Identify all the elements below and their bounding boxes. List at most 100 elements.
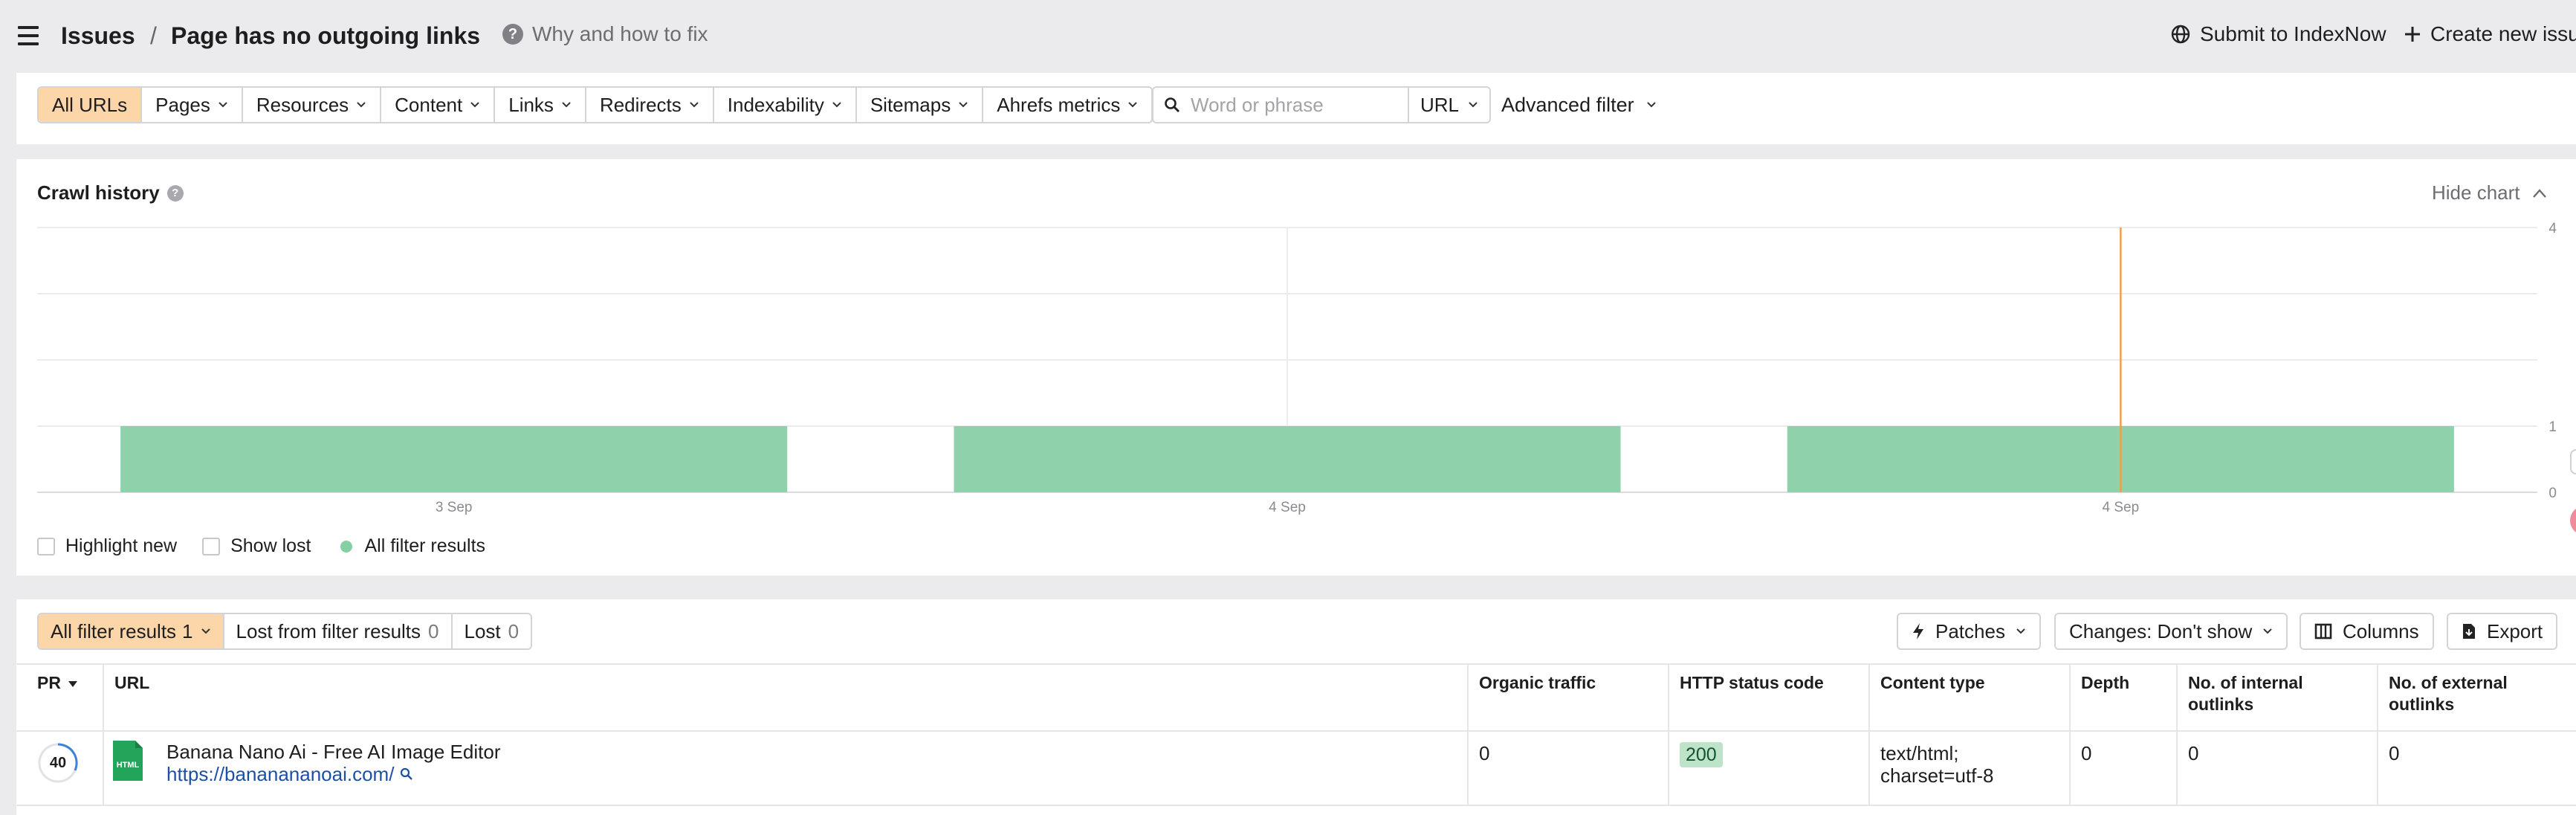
cell-pr: 40 xyxy=(16,732,103,805)
help-link-label: Why and how to fix xyxy=(532,22,708,45)
search-scope-label: URL xyxy=(1420,93,1459,116)
advanced-filter-label: Advanced filter xyxy=(1501,93,1634,116)
tab-count: 1 xyxy=(182,619,193,642)
page-title: Page has no outgoing links xyxy=(171,22,481,49)
page-url-text: https://bananananoai.com/ xyxy=(166,763,395,785)
chevron-down-icon xyxy=(690,102,699,108)
column-header-organic-traffic[interactable]: Organic traffic xyxy=(1467,665,1668,730)
chart-legend: Highlight new Show lost All filter resul… xyxy=(37,535,485,557)
sort-desc-icon xyxy=(68,681,77,687)
cell-content-type: text/html; charset=utf-8 xyxy=(1868,732,2069,805)
column-header-internal-outlinks[interactable]: No. of internal outlinks xyxy=(2176,665,2377,730)
column-header-depth[interactable]: Depth xyxy=(2069,665,2176,730)
breadcrumb-issues[interactable]: Issues xyxy=(61,21,135,51)
chart-bar xyxy=(954,426,1621,492)
tab-count: 0 xyxy=(428,619,439,642)
segment-indexability[interactable]: Indexability xyxy=(713,88,857,122)
x-tick-label: 4 Sep xyxy=(2103,500,2140,515)
segment-links[interactable]: Links xyxy=(495,88,586,122)
column-header-http-status[interactable]: HTTP status code xyxy=(1668,665,1868,730)
export-icon xyxy=(2463,624,2475,639)
segment-resources[interactable]: Resources xyxy=(242,88,382,122)
page-title-text: Banana Nano Ai - Free AI Image Editor xyxy=(166,741,501,763)
y-tick-label: 1 xyxy=(2549,419,2557,435)
results-card: All filter results 1 Lost from filter re… xyxy=(16,599,2576,815)
column-header-external-outlinks[interactable]: No. of external outlinks xyxy=(2377,665,2576,730)
show-lost-label: Show lost xyxy=(230,535,311,556)
menu-icon[interactable] xyxy=(18,26,39,45)
crawl-history-chart: 3 Sep 4 Sep 4 Sep 0 1 4 xyxy=(37,221,2557,515)
tab-all-filter-results[interactable]: All filter results 1 xyxy=(39,614,224,648)
top-header: Issues / Page has no outgoing links ? Wh… xyxy=(0,0,2576,71)
help-link[interactable]: ? Why and how to fix xyxy=(502,22,708,46)
columns-label: Columns xyxy=(2343,619,2419,642)
segment-label: Content xyxy=(395,93,463,116)
show-lost-checkbox[interactable] xyxy=(202,537,221,555)
segment-pages[interactable]: Pages xyxy=(142,88,243,122)
grid-icon[interactable] xyxy=(2570,449,2576,474)
tab-lost-from-filter-results[interactable]: Lost from filter results 0 xyxy=(224,614,453,648)
status-badge: 200 xyxy=(1680,742,1723,767)
column-header-pr[interactable]: PR xyxy=(16,665,103,730)
search-icon xyxy=(1165,97,1179,112)
tab-count: 0 xyxy=(508,619,520,642)
patches-label: Patches xyxy=(1935,619,2005,642)
lightning-icon xyxy=(1913,623,1923,640)
chevron-down-icon xyxy=(832,102,841,108)
segment-label: All URLs xyxy=(52,93,128,116)
changes-label: Changes: Don't show xyxy=(2069,619,2253,642)
segment-redirects[interactable]: Redirects xyxy=(586,88,714,122)
patches-button[interactable]: Patches xyxy=(1897,613,2041,650)
segment-ahrefs-metrics[interactable]: Ahrefs metrics xyxy=(983,88,1152,122)
globe-icon xyxy=(2171,25,2190,44)
chevron-down-icon xyxy=(1128,102,1138,108)
cell-url: HTML Banana Nano Ai - Free AI Image Edit… xyxy=(103,732,1467,805)
cell-internal-outlinks: 0 xyxy=(2176,732,2377,805)
segment-label: Redirects xyxy=(599,93,682,116)
search-scope-select[interactable]: URL xyxy=(1409,88,1489,122)
chevron-down-icon xyxy=(357,102,366,108)
export-button[interactable]: Export xyxy=(2447,613,2558,650)
page-url-link[interactable]: https://bananananoai.com/ xyxy=(166,763,413,785)
tab-label: Lost from filter results xyxy=(236,619,421,642)
create-issue-label: Create new issue xyxy=(2430,22,2576,45)
column-header-url[interactable]: URL xyxy=(103,665,1467,730)
table-row: 40 HTML Banana Nano Ai - Free AI Image E… xyxy=(16,732,2576,806)
tab-lost[interactable]: Lost 0 xyxy=(453,614,531,648)
search-icon[interactable] xyxy=(400,767,413,781)
create-issue-button[interactable]: Create new issue xyxy=(2404,22,2576,46)
results-tabs: All filter results 1 Lost from filter re… xyxy=(37,613,533,650)
y-tick-label: 4 xyxy=(2549,221,2557,236)
chevron-down-icon xyxy=(959,102,968,108)
crawl-history-card: Crawl history ? Hide chart 3 Sep 4 Sep 4 S… xyxy=(16,159,2576,576)
cell-http-status: 200 xyxy=(1668,732,1868,805)
search-input[interactable] xyxy=(1191,93,1369,117)
highlight-new-label: Highlight new xyxy=(65,535,178,556)
submit-indexnow-button[interactable]: Submit to IndexNow xyxy=(2170,22,2386,46)
x-tick-label: 3 Sep xyxy=(436,500,473,515)
cell-external-outlinks: 0 xyxy=(2377,732,2576,805)
advanced-filter-button[interactable]: Advanced filter xyxy=(1501,86,1657,123)
segment-content[interactable]: Content xyxy=(381,88,496,122)
columns-button[interactable]: Columns xyxy=(2300,613,2434,650)
column-header-content-type[interactable]: Content type xyxy=(1868,665,2069,730)
highlight-new-checkbox[interactable] xyxy=(37,537,55,555)
segment-label: Sitemaps xyxy=(870,93,951,116)
segment-all-urls[interactable]: All URLs xyxy=(39,88,143,122)
cell-depth: 0 xyxy=(2069,732,2176,805)
segment-label: Ahrefs metrics xyxy=(997,93,1121,116)
filter-bar: All URLs Pages Resources Content Links R… xyxy=(16,73,2576,144)
tab-label: All filter results xyxy=(51,619,177,642)
y-tick-label: 0 xyxy=(2549,486,2557,501)
columns-icon xyxy=(2314,623,2332,640)
changes-select[interactable]: Changes: Don't show xyxy=(2054,613,2288,650)
html-file-icon: HTML xyxy=(113,741,143,781)
segment-sitemaps[interactable]: Sitemaps xyxy=(856,88,984,122)
export-label: Export xyxy=(2487,619,2543,642)
chevron-down-icon xyxy=(219,102,227,108)
question-icon: ? xyxy=(502,24,523,45)
chevron-down-icon xyxy=(1469,102,1478,108)
tab-label: Lost xyxy=(464,619,501,642)
plus-icon xyxy=(2405,27,2420,42)
search-input-wrap xyxy=(1153,88,1409,122)
